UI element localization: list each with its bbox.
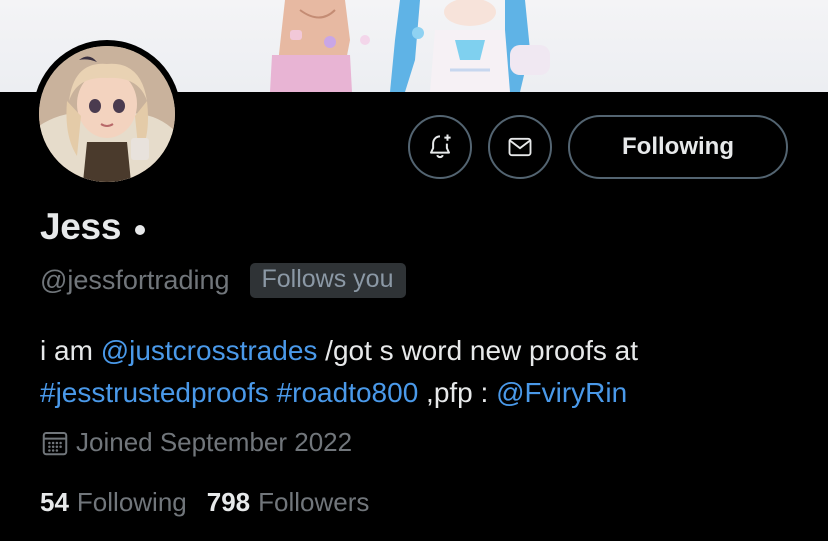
followers-stat[interactable]: 798 Followers bbox=[207, 487, 370, 518]
follows-you-badge: Follows you bbox=[249, 263, 406, 298]
bio-text: i am bbox=[40, 335, 101, 366]
followers-label: Followers bbox=[258, 487, 370, 517]
following-button[interactable]: Following bbox=[568, 115, 788, 179]
display-name: Jess bbox=[40, 206, 122, 247]
handle-row: @jessfortrading Follows you bbox=[40, 263, 406, 298]
bio-text: /got s word new proofs at bbox=[317, 335, 639, 366]
follow-stats: 54 Following 798 Followers bbox=[40, 487, 369, 518]
message-button[interactable] bbox=[488, 115, 552, 179]
bio-hashtag-link[interactable]: #roadto800 bbox=[277, 377, 419, 408]
following-stat[interactable]: 54 Following bbox=[40, 487, 187, 518]
calendar-icon bbox=[42, 431, 68, 455]
bio-hashtag-link[interactable]: #jesstrustedproofs bbox=[40, 377, 269, 408]
notify-button[interactable] bbox=[408, 115, 472, 179]
envelope-icon bbox=[508, 137, 532, 157]
avatar[interactable] bbox=[33, 40, 181, 188]
name-row: Jess bbox=[40, 206, 146, 248]
bio-mention-link[interactable]: @FviryRin bbox=[496, 377, 627, 408]
profile-bio: i am @justcrosstrades /got s word new pr… bbox=[40, 330, 800, 414]
bio-text: ,pfp : bbox=[418, 377, 497, 408]
user-handle: @jessfortrading bbox=[40, 265, 230, 295]
bell-plus-icon bbox=[430, 134, 451, 159]
bio-mention-link[interactable]: @justcrosstrades bbox=[101, 335, 318, 366]
following-count: 54 bbox=[40, 487, 69, 517]
bio-space bbox=[269, 377, 277, 408]
joined-date: Joined September 2022 bbox=[76, 427, 353, 457]
followers-count: 798 bbox=[206, 487, 251, 517]
name-dot bbox=[135, 225, 146, 235]
joined-row: Joined September 2022 bbox=[40, 427, 352, 458]
avatar-image bbox=[39, 46, 175, 182]
following-label: Following bbox=[76, 487, 187, 517]
